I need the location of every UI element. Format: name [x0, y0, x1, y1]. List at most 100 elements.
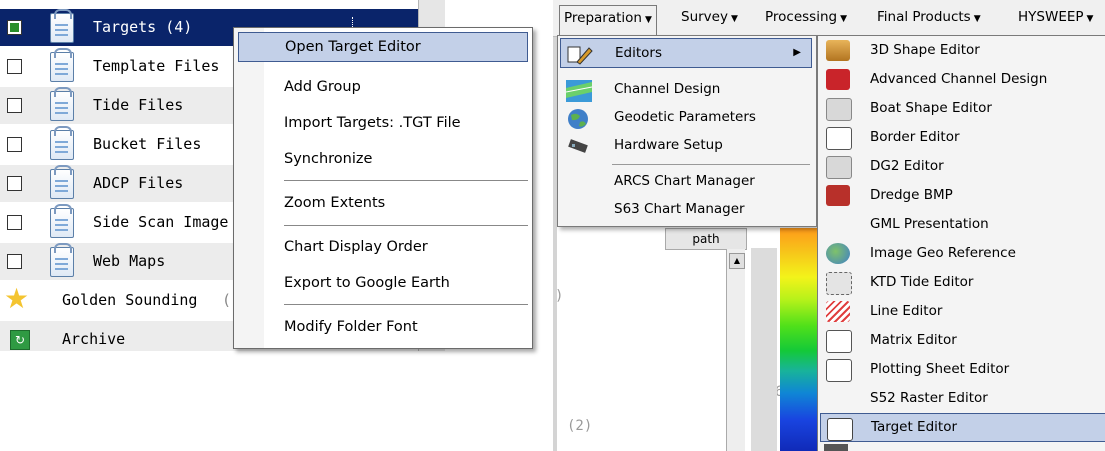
menu-preparation[interactable]: Preparation ▼: [559, 5, 657, 36]
menu-hysweep[interactable]: HYSWEEP ▼: [1014, 5, 1097, 29]
menu-item-target-editor[interactable]: Target Editor: [820, 413, 1105, 442]
menu-separator: [284, 304, 528, 305]
background-text: ): [555, 288, 564, 304]
preparation-menu: Editors ▶ Channel Design Geodetic Parame…: [557, 35, 817, 227]
scroll-up-arrow-icon[interactable]: ▲: [729, 253, 745, 269]
menu-item-dredge-bmp[interactable]: Dredge BMP: [820, 181, 1105, 210]
tree-item-label: ADCP Files: [93, 174, 184, 192]
menu-item-export-google-earth[interactable]: Export to Google Earth: [264, 268, 528, 298]
matrix-editor-icon: [826, 330, 852, 353]
menu-bar: Preparation ▼ Survey ▼ Processing ▼ Final P…: [553, 0, 1105, 37]
document-icon: [50, 243, 74, 277]
menu-item-image-geo-reference[interactable]: Image Geo Reference: [820, 239, 1105, 268]
menu-gutter: [234, 28, 264, 348]
background-text: (2): [567, 418, 593, 434]
dropdown-arrow-icon: ▼: [730, 14, 738, 24]
plotting-sheet-icon: [826, 359, 852, 382]
menu-item-s52-raster-editor[interactable]: S52 Raster Editor: [820, 384, 1105, 413]
menu-item-label: Geodetic Parameters: [614, 109, 756, 125]
menu-label: Final Products: [877, 9, 971, 25]
menu-item-label: Editors: [615, 45, 662, 61]
menu-item-label: Image Geo Reference: [870, 245, 1016, 261]
document-icon: [50, 204, 74, 238]
globe-icon: [566, 108, 588, 129]
document-icon: [50, 126, 74, 160]
menu-item-label: Target Editor: [871, 419, 958, 435]
menu-item-gml-presentation[interactable]: GML Presentation: [820, 210, 1105, 239]
menu-item-label: Boat Shape Editor: [870, 100, 992, 116]
menu-item-open-target-editor[interactable]: Open Target Editor: [238, 32, 528, 62]
menu-processing[interactable]: Processing ▼: [761, 5, 851, 29]
menu-item-label: KTD Tide Editor: [870, 274, 974, 290]
checkbox[interactable]: [7, 137, 22, 152]
tree-item-label: Template Files: [93, 57, 220, 75]
checkbox[interactable]: [7, 59, 22, 74]
menu-item-modify-folder-font[interactable]: Modify Folder Font: [264, 312, 528, 342]
menu-item-zoom-extents[interactable]: Zoom Extents: [264, 188, 528, 218]
menu-item-add-group[interactable]: Add Group: [264, 72, 528, 102]
menu-label: HYSWEEP: [1018, 9, 1084, 25]
menu-item-label: Channel Design: [614, 81, 721, 97]
advanced-channel-icon: [826, 69, 850, 90]
menu-survey[interactable]: Survey ▼: [677, 5, 742, 29]
tree-item-label: Side Scan Image: [93, 213, 229, 231]
tree-item-label: Archive: [62, 330, 126, 348]
checkbox[interactable]: [7, 254, 22, 269]
path-column-header[interactable]: path: [665, 228, 747, 250]
menu-item-s63-chart-manager[interactable]: S63 Chart Manager: [560, 194, 812, 224]
channel-design-icon: [565, 80, 593, 102]
list-scrollbar[interactable]: ▲: [726, 249, 745, 451]
menu-item-label: Plotting Sheet Editor: [870, 361, 1010, 377]
menu-item-3d-shape-editor[interactable]: 3D Shape Editor: [820, 36, 1105, 65]
menu-label: Preparation: [564, 10, 642, 26]
boat-shape-icon: [826, 98, 852, 121]
checkbox[interactable]: [7, 98, 22, 113]
tree-item-label: Web Maps: [93, 252, 166, 270]
dropdown-arrow-icon: ▼: [973, 14, 981, 24]
tree-item-label: Bucket Files: [93, 135, 202, 153]
menu-item-advanced-channel-design[interactable]: Advanced Channel Design: [820, 65, 1105, 94]
target-editor-icon: [827, 418, 853, 441]
checkbox[interactable]: [7, 215, 22, 230]
menu-item-arcs-chart-manager[interactable]: ARCS Chart Manager: [560, 166, 812, 196]
document-icon: [50, 48, 74, 82]
tree-context-menu: Open Target Editor Add Group Import Targ…: [233, 27, 533, 349]
document-icon: [50, 165, 74, 199]
menu-item-line-editor[interactable]: Line Editor: [820, 297, 1105, 326]
menu-item-chart-display-order[interactable]: Chart Display Order: [264, 232, 528, 262]
menu-item-matrix-editor[interactable]: Matrix Editor: [820, 326, 1105, 355]
menu-item-boat-shape-editor[interactable]: Boat Shape Editor: [820, 94, 1105, 123]
depth-color-bar: [780, 228, 820, 451]
menu-separator: [284, 180, 528, 181]
menu-item-geodetic-parameters[interactable]: Geodetic Parameters: [560, 102, 812, 132]
editors-icon: [567, 45, 593, 65]
line-editor-icon: [826, 301, 850, 322]
menu-item-editors[interactable]: Editors ▶: [560, 38, 812, 68]
document-icon: [50, 87, 74, 121]
menu-item-plotting-sheet-editor[interactable]: Plotting Sheet Editor: [820, 355, 1105, 384]
menu-item-dg2-editor[interactable]: DG2 Editor: [820, 152, 1105, 181]
menu-item-synchronize[interactable]: Synchronize: [264, 144, 528, 174]
menu-item-ktd-tide-editor[interactable]: KTD Tide Editor: [820, 268, 1105, 297]
star-icon: ★: [4, 282, 30, 315]
border-editor-icon: [826, 127, 852, 150]
tree-item-label: Tide Files: [93, 96, 184, 114]
menu-item-border-editor[interactable]: Border Editor: [820, 123, 1105, 152]
dropdown-arrow-icon: ▼: [645, 15, 652, 25]
dg2-editor-icon: [826, 156, 852, 179]
background-panel: [751, 248, 777, 451]
menu-item-hardware-setup[interactable]: Hardware Setup: [560, 130, 812, 160]
submenu-arrow-icon: ▶: [793, 47, 801, 58]
next-item-icon: [824, 444, 848, 451]
checkbox[interactable]: [7, 20, 22, 35]
menu-final-products[interactable]: Final Products ▼: [873, 5, 985, 29]
menu-item-channel-design[interactable]: Channel Design: [560, 74, 812, 104]
menu-item-label: Line Editor: [870, 303, 943, 319]
menu-label: Processing: [765, 9, 838, 25]
hardware-icon: [566, 136, 588, 154]
menu-item-label: Border Editor: [870, 129, 960, 145]
dropdown-arrow-icon: ▼: [1086, 14, 1094, 24]
checkbox[interactable]: [7, 176, 22, 191]
editors-submenu: 3D Shape Editor Advanced Channel Design …: [817, 35, 1105, 451]
menu-item-import-targets[interactable]: Import Targets: .TGT File: [264, 108, 528, 138]
